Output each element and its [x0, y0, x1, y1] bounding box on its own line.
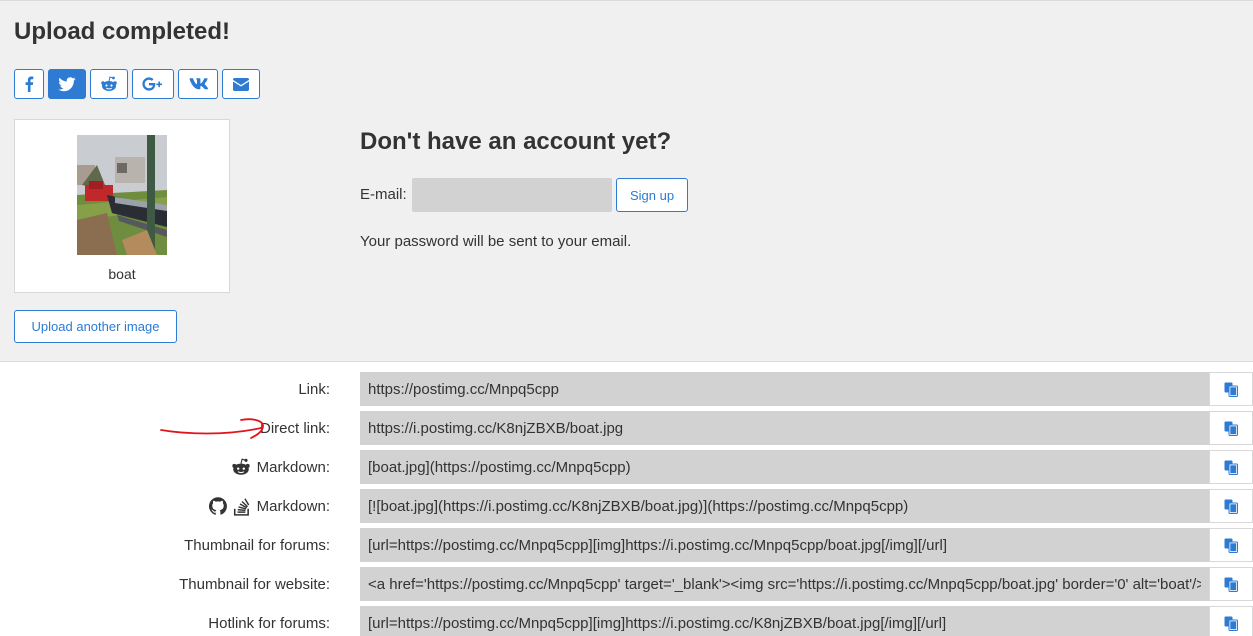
account-signup-title: Don't have an account yet?: [360, 128, 672, 155]
thumbnail-website-field[interactable]: [360, 567, 1209, 601]
upload-result-panel: Upload completed! boat Upload another im…: [0, 0, 1253, 362]
copy-link-button[interactable]: [1209, 372, 1253, 406]
github-markdown-field[interactable]: [360, 489, 1209, 523]
direct-link-row-label: Direct link:: [260, 411, 330, 445]
hotlink-forums-row: Hotlink for forums:: [0, 606, 1253, 636]
thumbnail-forums-field[interactable]: [360, 528, 1209, 562]
copy-icon: [1224, 538, 1238, 553]
share-vk-button[interactable]: [178, 69, 218, 99]
email-input[interactable]: [412, 178, 612, 212]
copy-github-markdown-button[interactable]: [1209, 489, 1253, 523]
copy-icon: [1224, 382, 1238, 397]
hotlink-forums-field[interactable]: [360, 606, 1209, 636]
thumbnail-website-row: Thumbnail for website:: [0, 567, 1253, 601]
row-label-text: Direct link:: [259, 419, 330, 437]
thumbnail-website-row-label: Thumbnail for website:: [179, 567, 330, 601]
vk-icon: [189, 78, 208, 90]
google-plus-icon: [142, 77, 162, 91]
facebook-icon: [25, 76, 34, 92]
page-title: Upload completed!: [14, 18, 231, 45]
row-label-text: Thumbnail for website:: [179, 575, 330, 593]
email-label: E-mail:: [360, 186, 407, 203]
copy-thumbnail-forums-button[interactable]: [1209, 528, 1253, 562]
copy-icon: [1224, 421, 1238, 436]
copy-reddit-markdown-button[interactable]: [1209, 450, 1253, 484]
twitter-icon: [58, 76, 76, 91]
sign-up-button[interactable]: Sign up: [616, 178, 688, 212]
share-google-plus-button[interactable]: [132, 69, 174, 99]
link-row: Link:: [0, 372, 1253, 406]
copy-icon: [1224, 499, 1238, 514]
copy-icon: [1224, 616, 1238, 631]
thumbnail-forums-row: Thumbnail for forums:: [0, 528, 1253, 562]
link-field[interactable]: [360, 372, 1209, 406]
share-reddit-button[interactable]: [90, 69, 128, 99]
github-markdown-row-label: Markdown:: [208, 489, 330, 523]
copy-icon: [1224, 577, 1238, 592]
password-note: Your password will be sent to your email…: [360, 233, 632, 250]
row-label-text: Thumbnail for forums:: [184, 536, 330, 554]
copy-icon: [1224, 460, 1238, 475]
link-row-label: Link:: [298, 372, 330, 406]
row-label-text: Hotlink for forums:: [208, 614, 330, 632]
hotlink-forums-row-label: Hotlink for forums:: [208, 606, 330, 636]
reddit-markdown-row: Markdown:: [0, 450, 1253, 484]
thumbnail-card: boat: [14, 119, 230, 293]
direct-link-row: Direct link:: [0, 411, 1253, 445]
share-facebook-button[interactable]: [14, 69, 44, 99]
thumbnail-caption: boat: [108, 266, 136, 282]
copy-thumbnail-website-button[interactable]: [1209, 567, 1253, 601]
row-label-text: Markdown:: [256, 458, 330, 476]
github-icon: [208, 497, 227, 515]
row-label-text: Link:: [298, 380, 330, 398]
share-email-button[interactable]: [222, 69, 260, 99]
copy-direct-link-button[interactable]: [1209, 411, 1253, 445]
uploaded-image-thumbnail[interactable]: [77, 135, 167, 255]
reddit-markdown-field[interactable]: [360, 450, 1209, 484]
direct-link-field[interactable]: [360, 411, 1209, 445]
thumbnail-forums-row-label: Thumbnail for forums:: [184, 528, 330, 562]
reddit-icon: [101, 76, 117, 91]
github-markdown-row: Markdown:: [0, 489, 1253, 523]
email-icon: [233, 77, 249, 91]
copy-hotlink-forums-button[interactable]: [1209, 606, 1253, 636]
share-twitter-button[interactable]: [48, 69, 86, 99]
reddit-markdown-row-label: Markdown:: [231, 450, 330, 484]
row-label-text: Markdown:: [256, 497, 330, 515]
stack-overflow-icon: [233, 497, 249, 516]
upload-another-image-button[interactable]: Upload another image: [14, 310, 177, 343]
reddit-icon: [231, 458, 250, 475]
